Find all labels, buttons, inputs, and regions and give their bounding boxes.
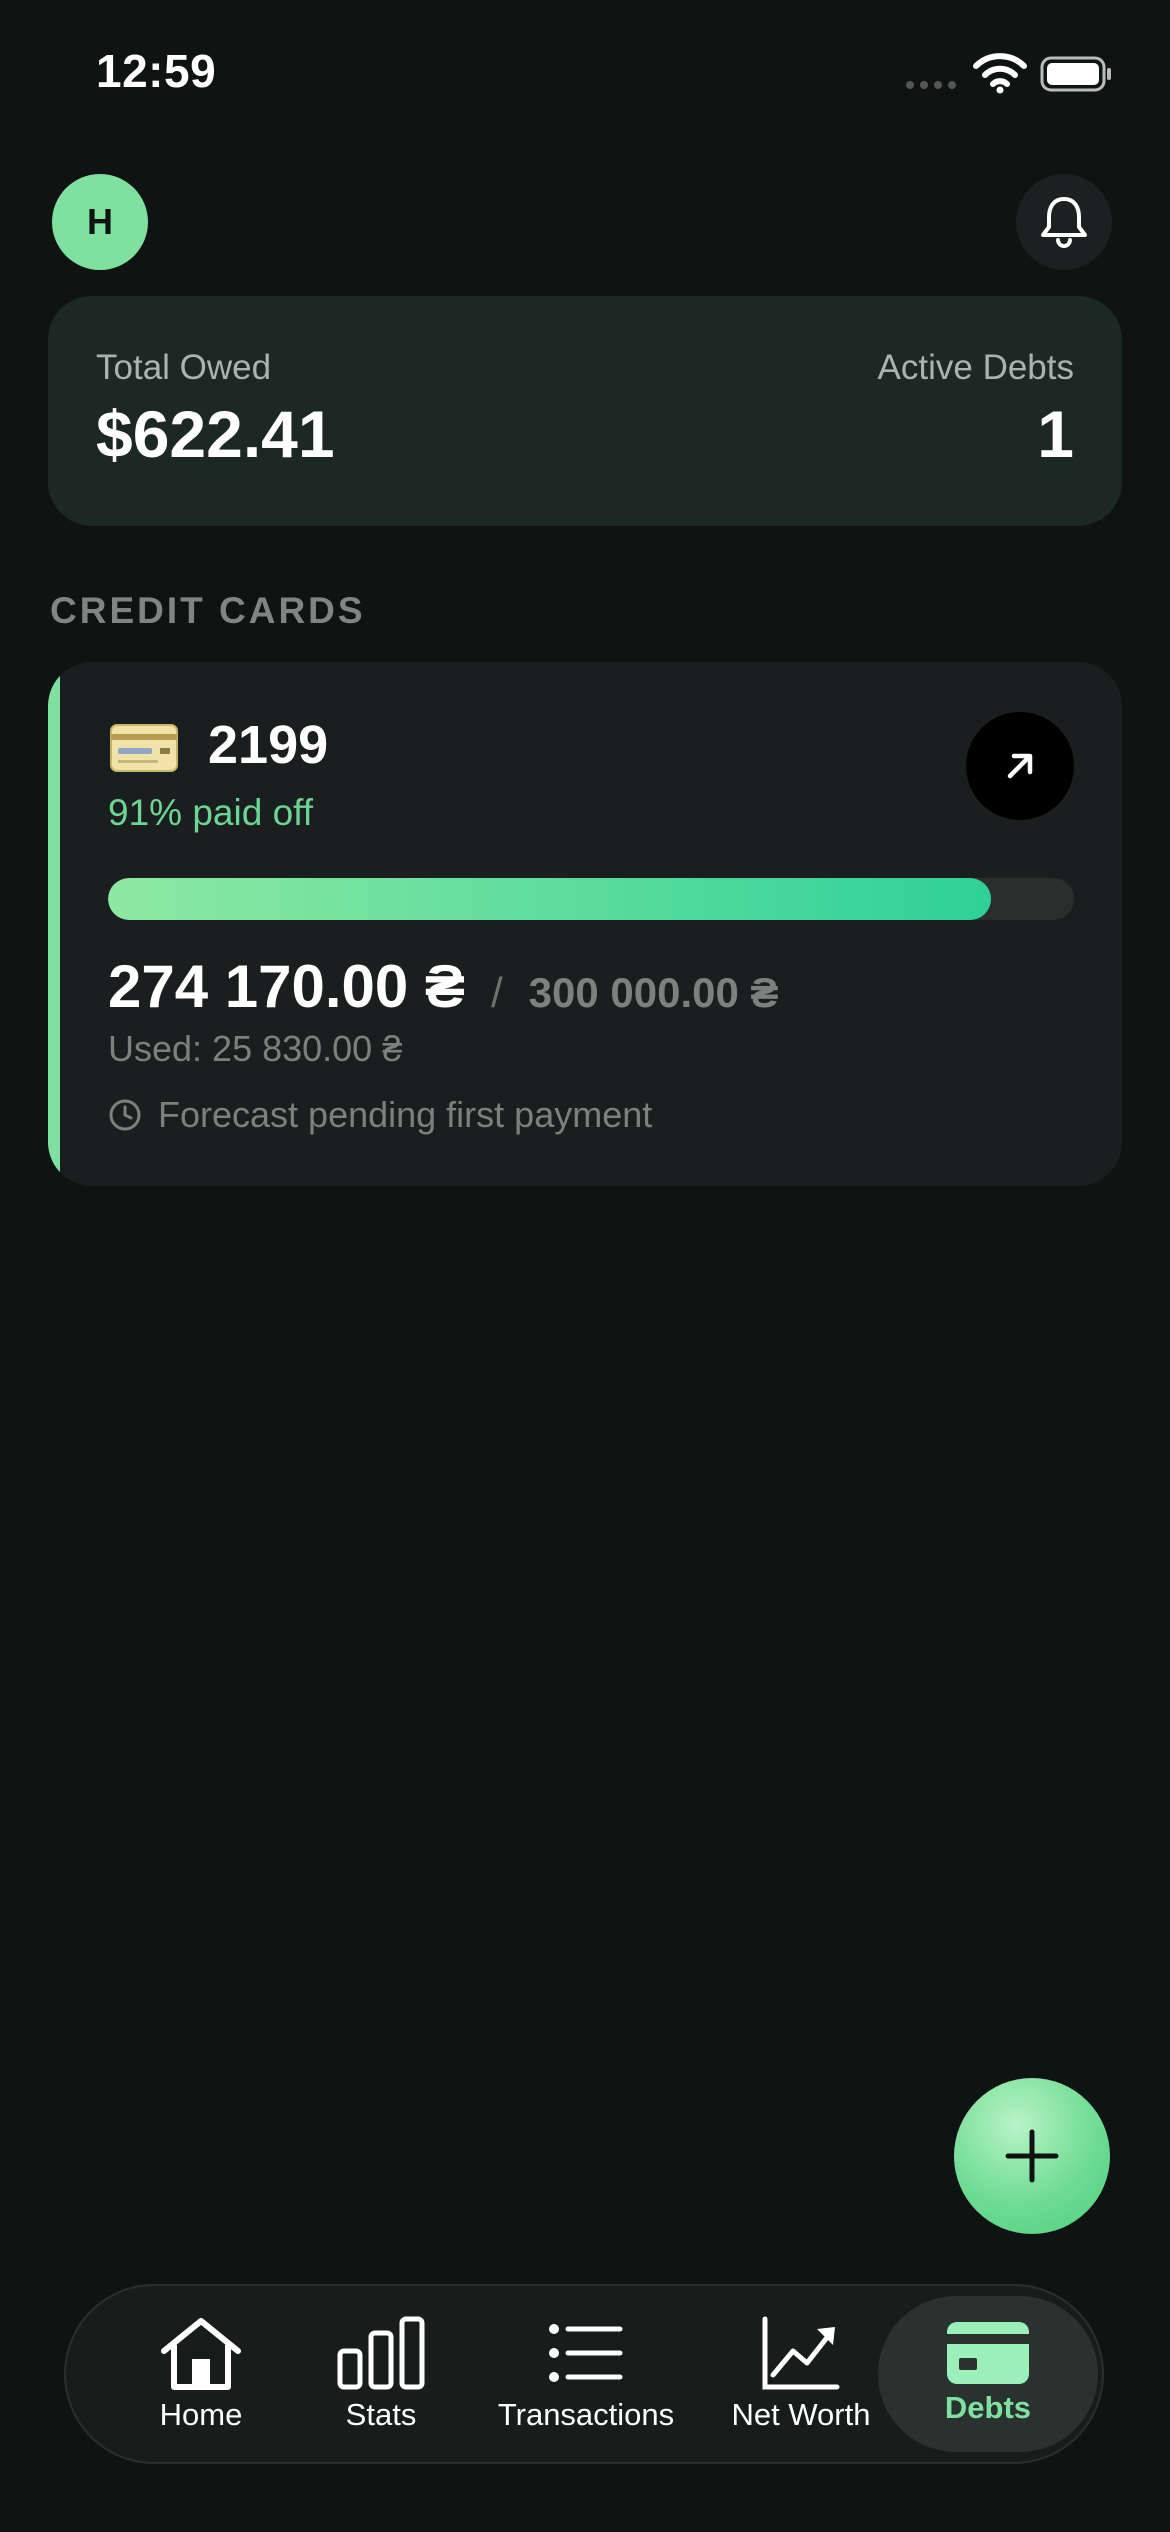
bar-chart-icon bbox=[337, 2316, 425, 2390]
card-name: 2199 bbox=[208, 715, 329, 775]
bell-icon bbox=[1041, 197, 1087, 248]
amount-separator: / bbox=[490, 969, 503, 1016]
payoff-progress-fill bbox=[108, 878, 991, 920]
tab-label: Debts bbox=[944, 2390, 1032, 2425]
active-debts-value: 1 bbox=[1037, 397, 1074, 471]
tab-label: Home bbox=[159, 2397, 243, 2432]
tab-label: Transactions bbox=[497, 2397, 675, 2432]
tab-debts[interactable]: Debts bbox=[878, 2296, 1098, 2452]
summary-card: Total Owed $622.41 Active Debts 1 bbox=[48, 296, 1122, 526]
status-time: 12:59 bbox=[96, 45, 217, 97]
tab-label: Stats bbox=[345, 2397, 417, 2432]
tab-home[interactable]: Home bbox=[126, 2286, 276, 2462]
list-icon bbox=[549, 2324, 623, 2382]
wifi-icon bbox=[973, 53, 1027, 94]
forecast-text: Forecast pending first payment bbox=[158, 1094, 653, 1135]
credit-card-item[interactable]: 2199 91% paid off 274 170.00 ₴ / 300 000… bbox=[48, 662, 1122, 1186]
total-owed-label: Total Owed bbox=[96, 348, 272, 387]
card-accent-bar bbox=[48, 662, 60, 1186]
tab-stats[interactable]: Stats bbox=[306, 2286, 456, 2462]
plus-icon bbox=[1005, 2129, 1059, 2183]
home-icon bbox=[161, 2318, 241, 2390]
forecast-row: Forecast pending first payment bbox=[108, 1094, 652, 1136]
paid-off-text: 91% paid off bbox=[108, 792, 314, 833]
open-card-button[interactable] bbox=[966, 712, 1074, 820]
tab-transactions[interactable]: Transactions bbox=[476, 2286, 696, 2462]
payoff-progress-bar bbox=[108, 878, 1074, 920]
notifications-button[interactable] bbox=[1016, 174, 1112, 270]
bottom-tab-bar: Home Stats Transactions Net Worth Debts bbox=[64, 2284, 1104, 2464]
total-owed-value: $622.41 bbox=[96, 397, 335, 471]
used-amount: Used: 25 830.00 ₴ bbox=[108, 1028, 403, 1069]
clock-icon bbox=[109, 1099, 141, 1131]
credit-card-icon bbox=[110, 724, 178, 772]
tab-net-worth[interactable]: Net Worth bbox=[716, 2286, 886, 2462]
add-debt-button[interactable] bbox=[954, 2078, 1110, 2234]
amount-row: 274 170.00 ₴ / 300 000.00 ₴ bbox=[108, 952, 779, 1021]
section-title-credit-cards: CREDIT CARDS bbox=[50, 590, 366, 631]
card-icon bbox=[947, 2322, 1029, 2384]
tab-label: Net Worth bbox=[731, 2397, 871, 2432]
arrow-up-right-icon bbox=[1007, 753, 1033, 779]
credit-limit-amount: 300 000.00 ₴ bbox=[528, 969, 779, 1016]
trend-up-icon bbox=[762, 2316, 840, 2390]
available-amount: 274 170.00 ₴ bbox=[108, 953, 465, 1020]
cellular-signal-icon bbox=[906, 81, 956, 89]
active-debts-label: Active Debts bbox=[877, 348, 1074, 387]
battery-icon bbox=[1040, 56, 1111, 92]
avatar[interactable]: H bbox=[52, 174, 148, 270]
